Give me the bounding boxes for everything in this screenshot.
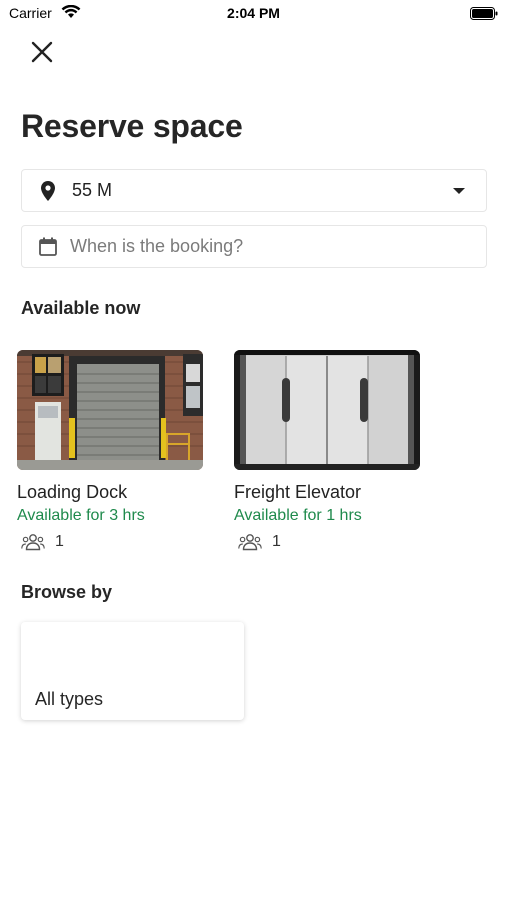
- map-pin-icon: [38, 180, 58, 201]
- battery-icon: [470, 7, 498, 20]
- close-button[interactable]: [27, 37, 57, 67]
- calendar-icon: [38, 237, 58, 257]
- type-card-all-types[interactable]: All types: [21, 622, 244, 720]
- caret-down-icon: [453, 187, 465, 194]
- browse-by-heading: Browse by: [21, 582, 113, 602]
- freight-elevator-photo: [234, 350, 420, 470]
- location-value: 55 M: [72, 180, 113, 200]
- space-name: Freight Elevator: [234, 482, 362, 502]
- capacity: 1: [21, 533, 207, 551]
- people-icon: [238, 534, 262, 551]
- space-card-freight-elevator[interactable]: Freight Elevator Available for 1 hrs 1: [234, 350, 424, 551]
- location-select[interactable]: 55 M: [21, 169, 487, 212]
- availability-label: Available for 3 hrs: [17, 507, 145, 524]
- close-icon: [31, 41, 53, 63]
- availability-label: Available for 1 hrs: [234, 507, 362, 524]
- booking-date-input[interactable]: [70, 236, 486, 257]
- status-bar: Carrier 2:04 PM: [0, 0, 507, 28]
- space-card-loading-dock[interactable]: Loading Dock Available for 3 hrs 1: [17, 350, 207, 551]
- space-name: Loading Dock: [17, 482, 128, 502]
- booking-date-field[interactable]: [21, 225, 487, 268]
- loading-dock-photo: [17, 350, 203, 470]
- status-time: 2:04 PM: [227, 5, 280, 21]
- type-label: All types: [35, 689, 104, 709]
- capacity-value: 1: [55, 533, 64, 550]
- page-title: Reserve space: [21, 108, 243, 144]
- available-now-heading: Available now: [21, 298, 141, 318]
- people-icon: [21, 534, 45, 551]
- capacity-value: 1: [272, 533, 281, 550]
- capacity: 1: [238, 533, 424, 551]
